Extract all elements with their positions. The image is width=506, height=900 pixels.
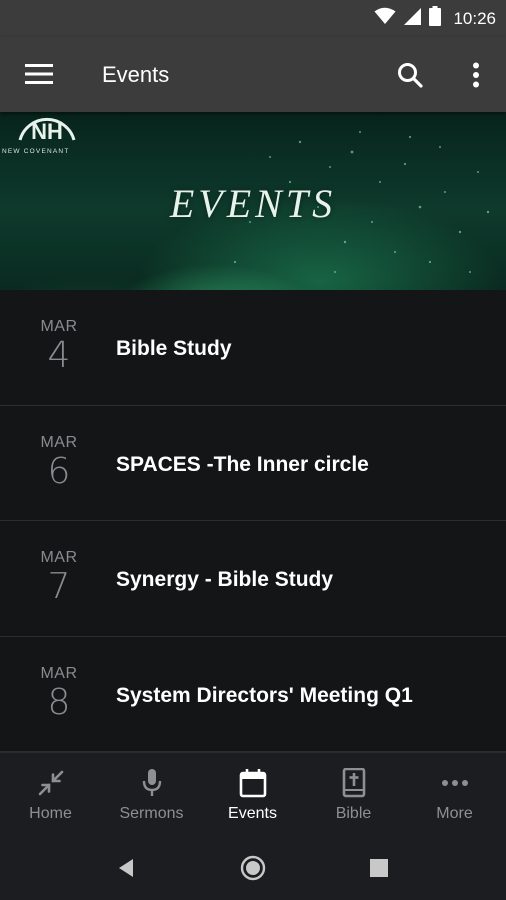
event-row[interactable]: MAR 4 Bible Study: [0, 290, 506, 406]
system-nav-bar: [0, 836, 506, 900]
nav-label: More: [436, 805, 473, 822]
event-date: MAR 4: [28, 318, 90, 376]
overflow-menu-icon[interactable]: [456, 53, 496, 97]
event-day: 7: [47, 566, 71, 607]
bottom-nav: Home Sermons Events Bible More: [0, 752, 506, 836]
event-day: 4: [47, 335, 71, 376]
event-date: MAR 8: [28, 665, 90, 723]
event-month: MAR: [40, 318, 78, 335]
banner-title: EVENTS: [169, 181, 337, 226]
app-bar: Events: [0, 37, 506, 112]
event-day: 8: [47, 681, 71, 723]
bible-icon: [303, 768, 404, 798]
nav-item-events[interactable]: Events: [202, 753, 303, 837]
wifi-icon: [374, 7, 396, 30]
logo-text: NEW COVENANT: [2, 148, 70, 155]
search-icon[interactable]: [388, 53, 432, 97]
event-row[interactable]: MAR 6 SPACES -The Inner circle: [0, 406, 506, 521]
signal-icon: [404, 7, 422, 30]
event-title: Bible Study: [116, 337, 232, 360]
status-icons: 10:26: [374, 0, 496, 37]
calendar-icon: [202, 768, 303, 798]
event-title: SPACES -The Inner circle: [116, 452, 369, 476]
event-date: MAR 6: [28, 434, 90, 492]
nav-item-home[interactable]: Home: [0, 753, 101, 837]
collapse-arrows-icon: [0, 768, 101, 798]
nav-item-bible[interactable]: Bible: [303, 753, 404, 837]
status-bar: 10:26: [0, 0, 506, 37]
more-horizontal-icon: [404, 768, 505, 798]
event-title: Synergy - Bible Study: [116, 568, 334, 591]
microphone-icon: [101, 768, 202, 798]
status-time: 10:26: [453, 8, 496, 28]
event-title: System Directors' Meeting Q1: [116, 683, 413, 707]
events-banner: NH NEW COVENANT EVENTS: [0, 112, 506, 290]
nav-label: Home: [29, 805, 72, 822]
event-row[interactable]: MAR 7 Synergy - Bible Study: [0, 521, 506, 637]
event-month: MAR: [40, 549, 78, 566]
nav-item-more[interactable]: More: [404, 753, 505, 837]
event-list: MAR 4 Bible Study MAR 6 SPACES -The Inne…: [0, 290, 506, 752]
back-icon[interactable]: [106, 848, 146, 888]
event-day: 6: [47, 450, 71, 492]
page-title: Events: [102, 62, 170, 87]
nav-label: Bible: [335, 805, 372, 822]
nav-label: Sermons: [119, 805, 184, 822]
recents-square-icon[interactable]: [359, 848, 399, 888]
nav-label: Events: [228, 805, 277, 822]
nav-item-sermons[interactable]: Sermons: [101, 753, 202, 837]
event-month: MAR: [40, 664, 78, 682]
event-date: MAR 7: [28, 549, 90, 607]
battery-icon: [429, 6, 442, 31]
home-circle-icon[interactable]: [233, 848, 273, 888]
hamburger-menu-icon[interactable]: [14, 51, 64, 97]
event-row[interactable]: MAR 8 System Directors' Meeting Q1: [0, 637, 506, 752]
svg-text:NH: NH: [31, 119, 63, 144]
event-month: MAR: [40, 433, 78, 451]
